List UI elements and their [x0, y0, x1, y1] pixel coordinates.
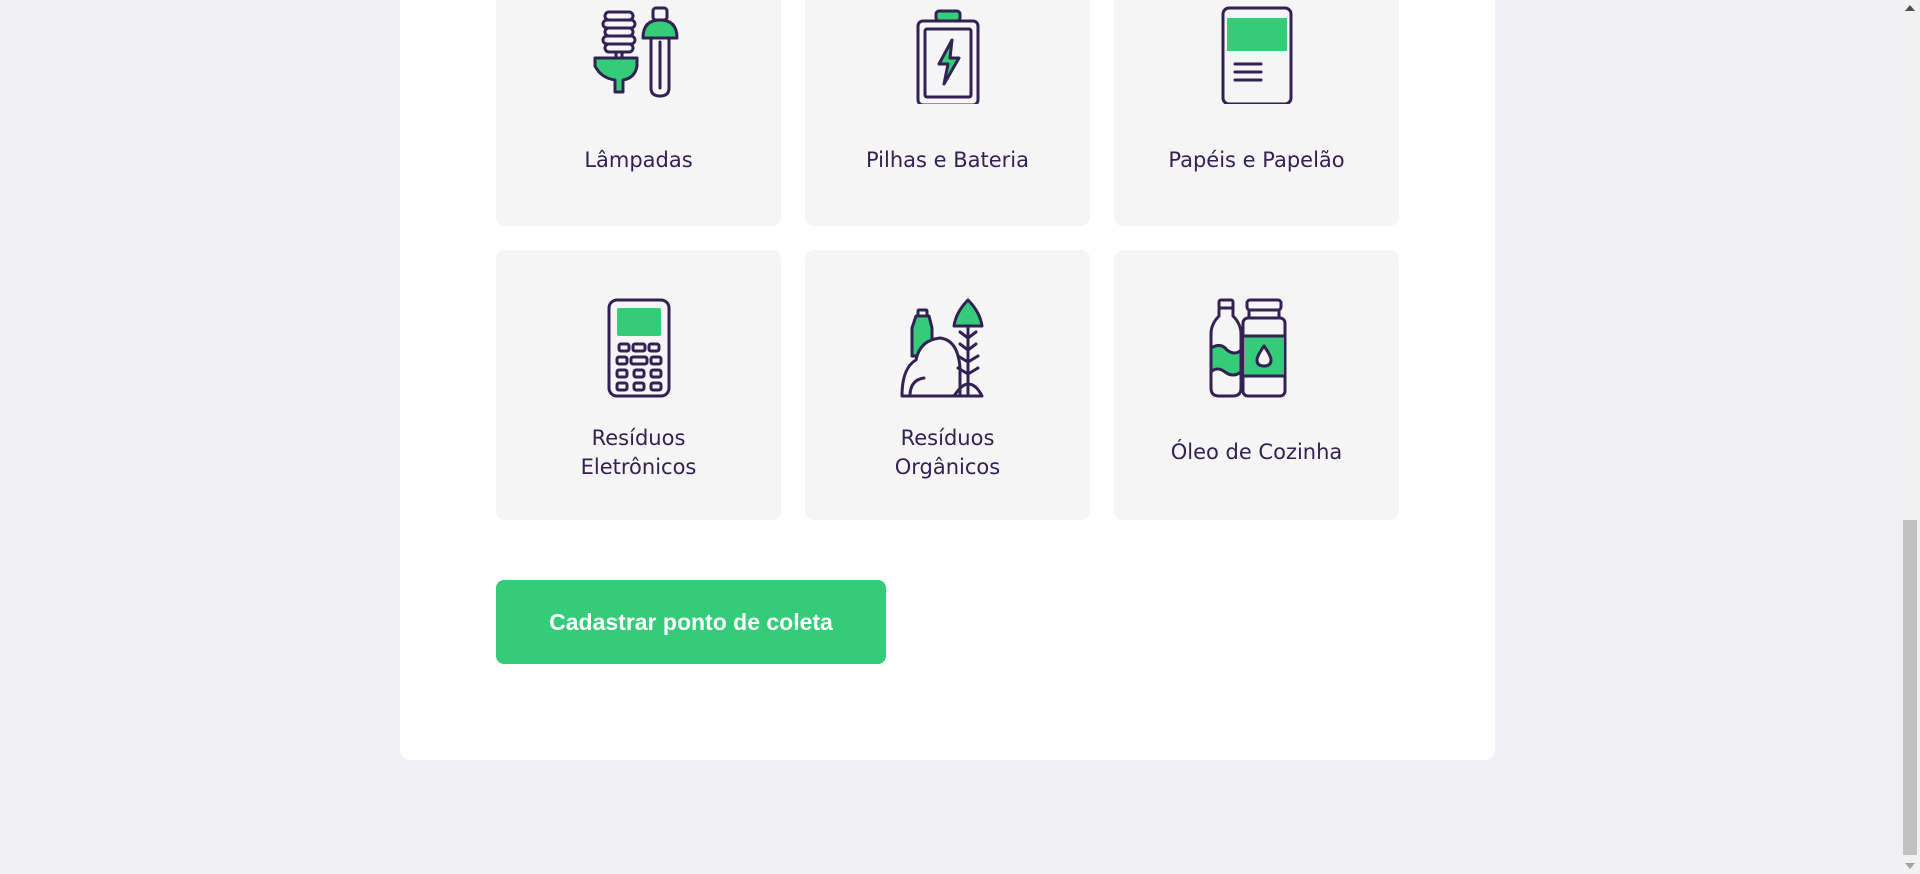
lamp-icon [593, 6, 678, 98]
item-label: Papéis e Papelão [1168, 148, 1345, 172]
item-label-line: Resíduos [591, 426, 686, 450]
scroll-down-arrow-icon[interactable] [1905, 863, 1915, 869]
form-card: Lâmpadas Pilhas e Bateria Papéis e Papel… [400, 0, 1495, 760]
item-label-line: Eletrônicos [580, 455, 697, 479]
vertical-scrollbar[interactable] [1900, 0, 1920, 874]
scrollbar-thumb[interactable] [1903, 520, 1917, 855]
items-grid: Lâmpadas Pilhas e Bateria Papéis e Papel… [496, 0, 1399, 520]
item-label: Óleo de Cozinha [1170, 440, 1343, 464]
item-label: Resíduos Orgânicos [815, 424, 1080, 482]
item-oleo-cozinha[interactable]: Óleo de Cozinha [1114, 250, 1399, 520]
register-collection-point-button[interactable]: Cadastrar ponto de coleta [496, 580, 886, 664]
item-pilhas-bateria[interactable]: Pilhas e Bateria [805, 0, 1090, 226]
item-label: Lâmpadas [584, 148, 693, 172]
battery-icon [916, 9, 979, 104]
paper-icon [1221, 6, 1292, 104]
item-residuos-organicos[interactable]: Resíduos Orgânicos [805, 250, 1090, 520]
item-residuos-eletronicos[interactable]: Resíduos Eletrônicos [496, 250, 781, 520]
item-label-line: Resíduos [900, 426, 995, 450]
scroll-up-arrow-icon[interactable] [1905, 5, 1915, 11]
item-lampadas[interactable]: Lâmpadas [496, 0, 781, 226]
cooking-oil-icon [1209, 298, 1286, 398]
item-label-line: Orgânicos [894, 455, 1001, 479]
item-label: Pilhas e Bateria [865, 148, 1030, 172]
electronics-icon [607, 298, 670, 398]
item-papeis-papelao[interactable]: Papéis e Papelão [1114, 0, 1399, 226]
item-label: Resíduos Eletrônicos [506, 424, 771, 482]
organic-icon [900, 298, 983, 398]
